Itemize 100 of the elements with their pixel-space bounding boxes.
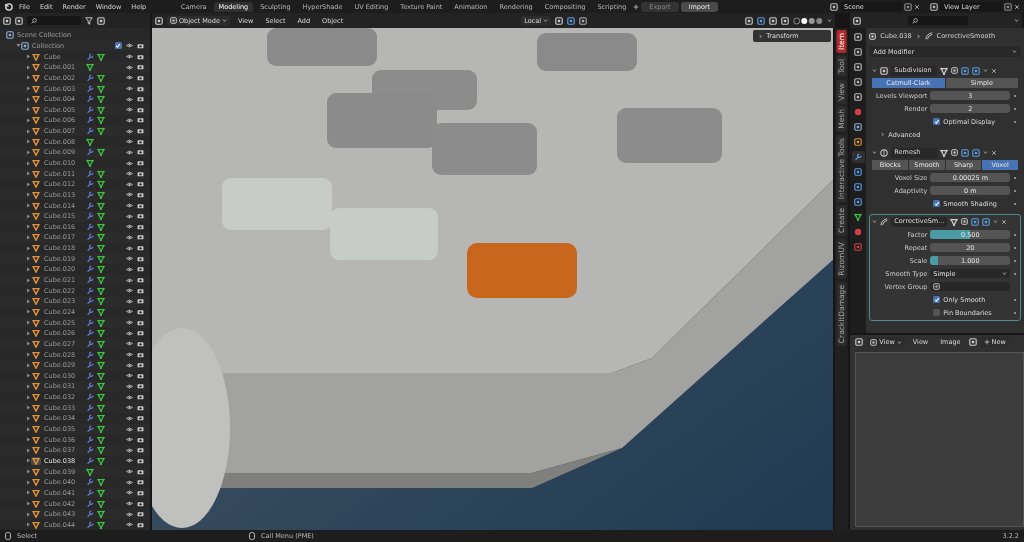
camera-icon[interactable]: [136, 308, 144, 315]
eye-icon[interactable]: [125, 362, 133, 368]
camera-icon[interactable]: [136, 479, 144, 486]
vertex-group-field[interactable]: [930, 281, 1011, 292]
eye-icon[interactable]: [125, 235, 133, 240]
eye-icon[interactable]: [125, 213, 133, 219]
eye-icon[interactable]: [125, 501, 133, 506]
camera-icon[interactable]: [136, 511, 144, 518]
camera-icon[interactable]: [136, 106, 144, 113]
eye-icon[interactable]: [125, 415, 133, 421]
camera-icon[interactable]: [136, 362, 144, 369]
eye-icon[interactable]: [125, 320, 133, 326]
camera-icon[interactable]: [136, 128, 144, 135]
camera-icon[interactable]: [136, 202, 144, 209]
eye-icon[interactable]: [125, 54, 133, 60]
eye-icon[interactable]: [125, 511, 133, 517]
camera-icon[interactable]: [136, 447, 144, 454]
camera-icon[interactable]: [136, 457, 144, 464]
add-icon[interactable]: [633, 3, 640, 10]
camera-icon[interactable]: [136, 372, 144, 379]
eye-icon[interactable]: [125, 330, 133, 336]
checkbox[interactable]: [933, 118, 941, 125]
eye-icon[interactable]: [125, 373, 133, 379]
camera-icon[interactable]: [136, 266, 144, 273]
camera-icon[interactable]: [136, 340, 144, 347]
close-icon[interactable]: [914, 3, 920, 10]
camera-icon[interactable]: [136, 319, 144, 326]
camera-icon[interactable]: [136, 468, 144, 475]
camera-icon[interactable]: [136, 277, 144, 284]
shading-modes-icon[interactable]: [793, 16, 823, 25]
camera-icon[interactable]: [136, 426, 144, 432]
camera-icon[interactable]: [136, 394, 144, 401]
sphere-icon[interactable]: [854, 228, 863, 236]
filter-icon[interactable]: [85, 16, 93, 25]
camera-icon[interactable]: [136, 223, 144, 230]
close-icon[interactable]: [991, 149, 998, 156]
eye-icon[interactable]: [125, 181, 133, 187]
eye-icon[interactable]: [125, 117, 133, 123]
checkbox[interactable]: [933, 296, 941, 303]
eye-icon[interactable]: [125, 160, 133, 166]
camera-icon[interactable]: [136, 64, 144, 71]
eye-icon[interactable]: [125, 426, 133, 432]
eye-icon[interactable]: [125, 149, 133, 155]
eye-icon[interactable]: [125, 64, 133, 70]
camera-icon[interactable]: [136, 404, 144, 411]
eye-icon[interactable]: [125, 437, 133, 443]
eye-icon[interactable]: [125, 458, 133, 464]
search-field[interactable]: [27, 16, 81, 25]
eye-icon[interactable]: [125, 139, 133, 145]
eye-icon[interactable]: [125, 394, 133, 400]
camera-icon[interactable]: [136, 234, 144, 241]
eye-icon[interactable]: [125, 224, 133, 230]
eye-icon[interactable]: [125, 405, 133, 411]
eye-icon[interactable]: [125, 128, 133, 134]
eye-icon[interactable]: [125, 522, 133, 528]
eye-icon[interactable]: [125, 192, 133, 198]
checkbox[interactable]: [933, 200, 941, 207]
camera-icon[interactable]: [136, 117, 144, 124]
checkbox[interactable]: [933, 309, 941, 316]
camera-icon[interactable]: [136, 170, 144, 177]
eye-icon[interactable]: [125, 288, 133, 294]
blender-logo-icon[interactable]: [4, 2, 13, 11]
eye-icon[interactable]: [125, 352, 133, 358]
camera-icon[interactable]: [136, 245, 144, 252]
camera-icon[interactable]: [136, 96, 144, 103]
camera-icon[interactable]: [136, 287, 144, 294]
checkbox[interactable]: [114, 42, 122, 50]
eye-icon[interactable]: [125, 171, 133, 177]
camera-icon[interactable]: [136, 160, 144, 166]
eye-icon[interactable]: [125, 107, 133, 113]
expanded-arrow-icon[interactable]: [16, 42, 21, 48]
camera-icon[interactable]: [136, 74, 144, 81]
camera-icon[interactable]: [136, 138, 144, 145]
camera-icon[interactable]: [136, 181, 144, 188]
eye-icon[interactable]: [125, 447, 133, 453]
camera-icon[interactable]: [136, 53, 144, 60]
eye-icon[interactable]: [125, 341, 133, 347]
eye-icon[interactable]: [125, 96, 133, 102]
camera-icon[interactable]: [136, 85, 144, 92]
eye-icon[interactable]: [125, 277, 133, 283]
eye-icon[interactable]: [125, 75, 133, 81]
camera-icon[interactable]: [136, 255, 144, 262]
eye-icon[interactable]: [125, 479, 133, 485]
eye-icon[interactable]: [125, 383, 133, 389]
eye-icon[interactable]: [125, 86, 133, 91]
camera-icon[interactable]: [136, 149, 144, 156]
camera-icon[interactable]: [136, 42, 144, 49]
eye-icon[interactable]: [125, 256, 133, 262]
camera-icon[interactable]: [136, 351, 144, 358]
close-icon[interactable]: [1014, 3, 1020, 10]
eye-icon[interactable]: [125, 266, 133, 272]
camera-icon[interactable]: [136, 330, 144, 337]
camera-icon[interactable]: [136, 521, 144, 528]
eye-icon[interactable]: [125, 309, 133, 315]
camera-icon[interactable]: [136, 383, 144, 390]
eye-icon[interactable]: [125, 203, 133, 209]
eye-icon[interactable]: [125, 43, 133, 49]
eye-icon[interactable]: [125, 245, 133, 251]
camera-icon[interactable]: [136, 213, 144, 220]
camera-icon[interactable]: [136, 191, 144, 198]
